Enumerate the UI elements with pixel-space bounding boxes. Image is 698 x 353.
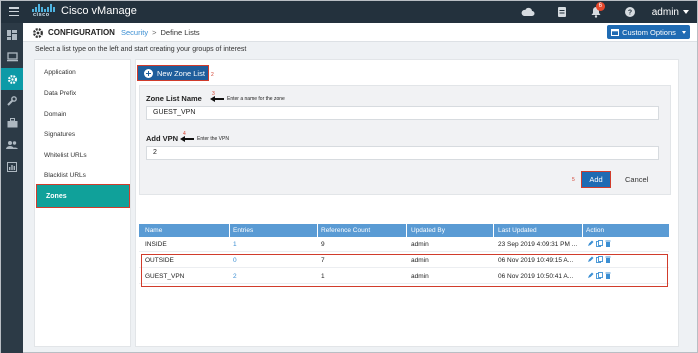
user-name: admin xyxy=(651,6,679,18)
list-type-zones[interactable]: Zones xyxy=(36,184,130,208)
delete-trash-icon[interactable] xyxy=(605,240,611,247)
maintenance-icon[interactable] xyxy=(1,112,23,134)
list-type-blacklist-urls[interactable]: Blacklist URLs xyxy=(44,172,86,179)
plus-circle-icon xyxy=(144,68,153,78)
tools-icon[interactable] xyxy=(1,90,23,112)
app-window: cisco Cisco vManage 6 ? admin CONFIGURAT… xyxy=(0,0,698,353)
col-last-updated[interactable]: Last Updated xyxy=(498,227,537,234)
zone-list-name-hint: Enter a name for the zone xyxy=(210,96,285,102)
configuration-icon[interactable] xyxy=(1,68,23,90)
highlighted-rows-annotation xyxy=(141,254,668,287)
new-zone-list-label: New Zone List xyxy=(157,68,205,78)
instruction-text: Select a list type on the left and start… xyxy=(35,46,247,53)
step-marker: 2 xyxy=(211,72,214,78)
breadcrumb-security-link[interactable]: Security xyxy=(121,28,148,37)
add-button[interactable]: Add xyxy=(581,171,611,188)
col-updated-by[interactable]: Updated By xyxy=(411,227,445,234)
zone-list-name-input[interactable]: GUEST_VPN xyxy=(146,106,659,120)
menu-icon[interactable] xyxy=(9,7,19,17)
custom-options-label: Custom Options xyxy=(622,27,676,37)
tasks-icon[interactable] xyxy=(554,4,570,20)
new-zone-list-button[interactable]: New Zone List xyxy=(137,65,209,81)
row-entries-link[interactable]: 1 xyxy=(233,241,237,248)
chevron-down-icon xyxy=(681,30,686,34)
svg-text:?: ? xyxy=(628,10,632,17)
add-vpn-hint: Enter the VPN xyxy=(180,136,229,142)
page-header: CONFIGURATION Security > Define Lists Cust… xyxy=(23,23,697,42)
list-type-panel: Application Data Prefix Domain Signature… xyxy=(34,59,131,347)
add-vpn-input[interactable]: 2 xyxy=(146,146,659,160)
col-reference-count[interactable]: Reference Count xyxy=(321,227,370,234)
zone-list-name-label: Zone List Name xyxy=(146,94,202,103)
list-type-application[interactable]: Application xyxy=(44,69,76,76)
arrow-left-icon xyxy=(210,96,224,102)
col-entries[interactable]: Entries xyxy=(233,227,253,234)
row-last-updated: 23 Sep 2019 4:09:31 PM ... xyxy=(498,241,578,248)
row-name: INSIDE xyxy=(145,241,167,248)
dashboard-icon[interactable] xyxy=(1,24,23,46)
copy-icon[interactable] xyxy=(596,240,603,247)
admin-users-icon[interactable] xyxy=(1,134,23,156)
breadcrumb-current: Define Lists xyxy=(160,28,200,37)
breadcrumb-separator: > xyxy=(152,28,157,37)
table-row: INSIDE 1 9 admin 23 Sep 2019 4:09:31 PM … xyxy=(139,237,669,252)
arrow-left-icon xyxy=(180,136,194,142)
edit-pencil-icon[interactable] xyxy=(587,240,594,247)
notifications-bell-icon[interactable]: 6 xyxy=(588,2,605,20)
cisco-logo: cisco xyxy=(32,4,56,20)
col-action: Action xyxy=(586,227,605,234)
list-type-signatures[interactable]: Signatures xyxy=(44,131,75,138)
app-title: Cisco vManage xyxy=(61,5,137,17)
gear-icon xyxy=(32,26,44,44)
cancel-button[interactable]: Cancel xyxy=(625,175,648,184)
chevron-down-icon xyxy=(683,10,689,14)
row-updated-by: admin xyxy=(411,241,429,248)
step-marker: 5 xyxy=(572,177,575,183)
cloud-icon[interactable] xyxy=(520,4,536,20)
row-reference-count: 9 xyxy=(321,241,325,248)
breadcrumb: Security > Define Lists xyxy=(121,28,200,37)
list-type-whitelist-urls[interactable]: Whitelist URLs xyxy=(44,152,87,159)
help-icon[interactable]: ? xyxy=(622,4,638,20)
brand-text: cisco xyxy=(33,12,50,18)
page-title: CONFIGURATION xyxy=(48,28,115,37)
table-header: Name Entries Reference Count Updated By … xyxy=(139,224,669,237)
col-name[interactable]: Name xyxy=(145,227,162,234)
custom-options-button[interactable]: Custom Options xyxy=(607,25,690,39)
monitor-icon[interactable] xyxy=(1,46,23,68)
analytics-icon[interactable] xyxy=(1,156,23,178)
top-bar: cisco Cisco vManage 6 ? admin xyxy=(1,1,697,23)
list-type-data-prefix[interactable]: Data Prefix xyxy=(44,90,76,97)
add-vpn-label: Add VPN xyxy=(146,134,179,143)
left-nav-rail xyxy=(1,23,23,353)
user-menu[interactable]: admin xyxy=(652,7,689,18)
window-icon xyxy=(611,28,620,36)
notification-badge: 6 xyxy=(595,2,605,11)
list-type-zones-label: Zones xyxy=(46,193,67,200)
list-type-domain[interactable]: Domain xyxy=(44,111,66,118)
